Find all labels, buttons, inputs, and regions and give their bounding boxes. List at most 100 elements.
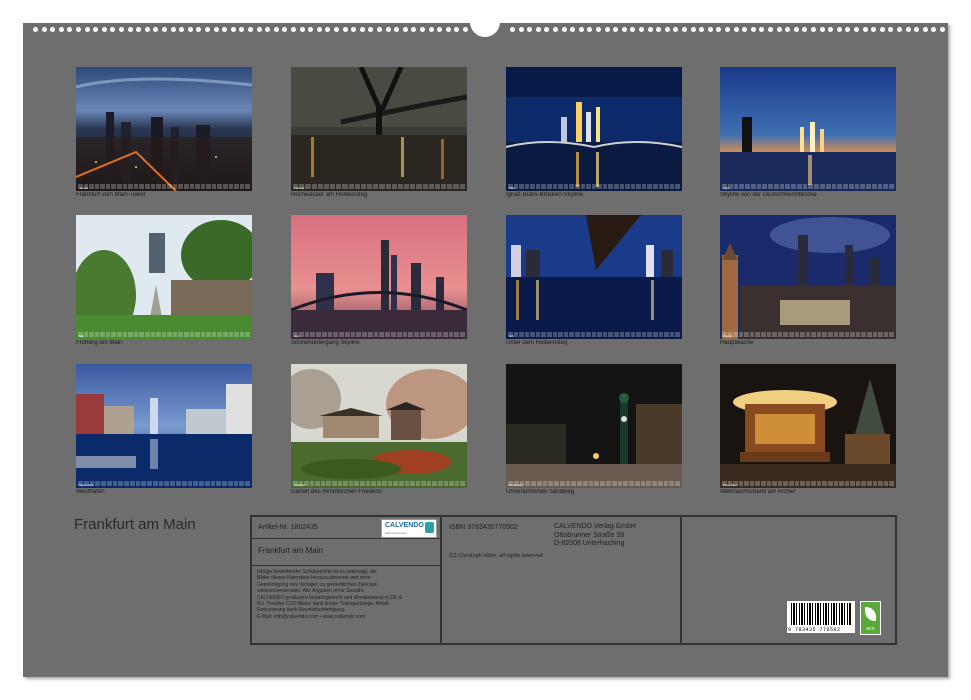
binding-hole [230,27,236,32]
barcode-number: 9 783435 770502 [788,627,841,633]
binding-hole [445,27,451,32]
binding-hole [50,27,56,32]
binding-hole [222,27,228,32]
binding-hole [273,27,279,32]
binding-hole [205,27,210,32]
binding-hole [411,27,417,32]
binding-hole [604,27,610,32]
binding-hole [768,27,773,32]
photo-february: Februar [291,67,467,191]
logo-subtext: kalender-photos [385,531,407,535]
binding-hole [299,27,305,32]
date-strip [722,184,894,189]
binding-hole [570,27,576,32]
binding-hole [248,27,253,32]
barcode: 9 783435 770502 [787,601,855,633]
photo-september: September [76,364,252,488]
binding-hole [213,27,219,32]
binding-hole [33,27,38,32]
binding-hole [385,27,391,32]
photo-caption: Hochwasser am Holbeinsteg [291,192,368,198]
binding-hole [639,27,644,32]
logo-text: CALVENDO [385,522,424,529]
binding-hole [742,27,748,32]
month-label: November [509,483,523,487]
binding-hole [420,27,425,32]
binding-hole [888,27,894,32]
binding-hole [428,27,434,32]
photo-caption: Sonnenuntergang Skyline [291,340,360,346]
binding-hole [862,27,868,32]
photo-may: Mai [76,215,252,339]
binding-hole [394,27,400,32]
binding-hole [510,27,515,32]
binding-hole [879,27,885,32]
photo-caption: Frankfurt vom Main-Tower [76,192,146,198]
binding-hole [922,27,928,32]
date-strip [293,332,465,337]
binding-hole [776,27,782,32]
product-title: Frankfurt am Main [258,546,323,555]
photo-caption: Uhrentürmchen Sandweg [506,489,575,495]
binding-hole [733,27,739,32]
article-number: Artikel-Nr. 1802435 [258,524,318,531]
date-strip [722,481,894,486]
binding-hole [153,27,159,32]
binding-hole [914,27,920,32]
month-label: Juni [294,334,300,338]
binding-hole [553,27,558,32]
binding-hole [828,27,834,32]
info-box: Artikel-Nr. 1802435 CALVENDO kalender-ph… [250,515,897,645]
binding-hole [613,27,619,32]
binding-hole [67,27,73,32]
publisher-line: CALVENDO Verlag GmbH [554,523,636,530]
binding-hole [359,27,365,32]
copyright-notice: (C) Christoph Höfer, all rights reserved [449,553,543,559]
binding-hole [647,27,653,32]
photo-caption: Weihnachtsmarkt am Römer [720,489,796,495]
photo-caption: Frühling am Main [76,340,123,346]
binding-hole [41,27,47,32]
month-label: Oktober [294,483,305,487]
binding-hole [162,27,167,32]
date-strip [293,481,465,486]
binding-hole [699,27,705,32]
month-label: August [723,334,733,338]
binding-hole [897,27,902,32]
binding-hole [785,27,791,32]
binding-hole [136,27,142,32]
calvendo-logo: CALVENDO kalender-photos [381,519,437,538]
date-strip [722,332,894,337]
binding-hole [308,27,314,32]
binding-hole [707,27,713,32]
binding-hole [725,27,730,32]
barcode-bars [791,603,851,625]
photo-december: Dezember [720,364,896,488]
binding-hole [282,27,288,32]
photo-march: März [506,67,682,191]
isbn: ISBN 9783435770502 [449,524,518,531]
photo-october: Oktober [291,364,467,488]
binding-hole [58,27,64,32]
photo-caption: Garten des Himmlischen Friedens [291,489,382,495]
binding-hole [170,27,176,32]
binding-hole [544,27,550,32]
photo-july: Juli [506,215,682,339]
eco-badge: eco [860,601,881,635]
binding-hole [673,27,679,32]
binding-hole [940,27,945,32]
binding-hole [819,27,825,32]
binding-hole [905,27,911,32]
binding-hole [351,27,357,32]
binding-hole [187,27,193,32]
binding-hole [101,27,107,32]
date-strip [508,332,680,337]
binding-hole [682,27,687,32]
binding-hole [93,27,99,32]
binding-hole [179,27,185,32]
photo-caption: Ignaz-Bubis-Brücken-Skyline [506,192,584,198]
publisher-address: CALVENDO Verlag GmbH Ottobrunner Straße … [554,523,636,549]
binding-hole [368,27,374,32]
month-label: Mai [79,334,84,338]
month-label: Februar [294,186,305,190]
